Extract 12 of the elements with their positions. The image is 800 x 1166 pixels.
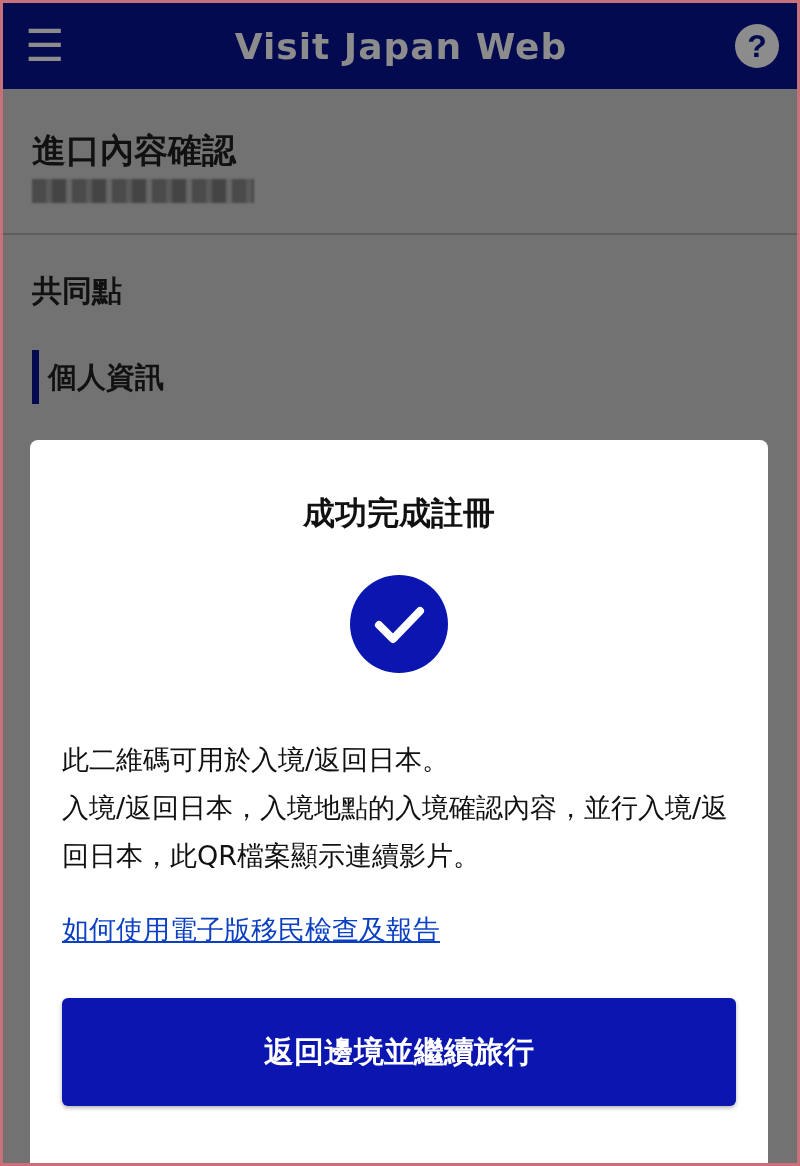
page-title: 進口內容確認 (32, 129, 238, 171)
message-text: 入境/返回日本，入境地點的入境確認內容，並行入境/返回日本，此QR檔案顯示連續影片。 (62, 791, 730, 873)
subsection-title: 個人資訊 (32, 350, 768, 404)
help-link[interactable]: 如何使用電子版移民檢查及報告 (62, 912, 440, 948)
dialog-title: 成功完成註冊 (303, 493, 495, 534)
message-text: 此二維碼可用於入境/返回日本。 (62, 743, 451, 777)
app-title: Visit Japan Web (234, 25, 568, 67)
help-button[interactable]: ? (735, 24, 779, 68)
continue-button[interactable]: 返回邊境並繼續旅行 (62, 998, 736, 1106)
menu-button[interactable]: ☰ (21, 24, 67, 68)
checkmark-icon (349, 574, 449, 674)
section-title: 共同點 (32, 272, 123, 310)
